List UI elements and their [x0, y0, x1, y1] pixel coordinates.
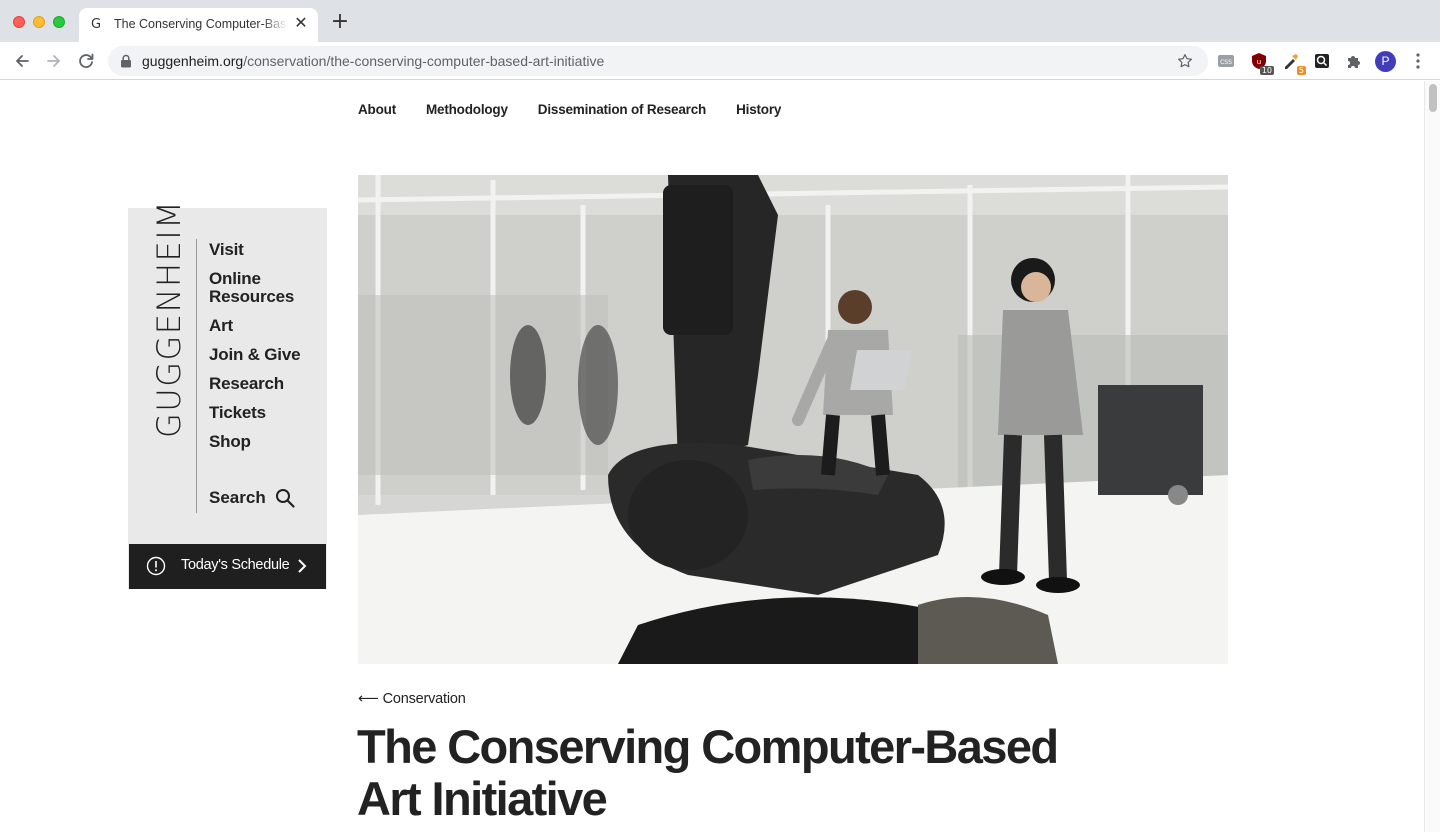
new-tab-plus-icon[interactable]: + — [330, 11, 350, 33]
back-to-conservation-link[interactable]: ⟵ Conservation — [358, 691, 466, 707]
sidebar-item-art[interactable]: Art — [209, 317, 300, 335]
eyedropper-badge: 5 — [1296, 66, 1306, 75]
subnav-about-link[interactable]: About — [358, 102, 396, 117]
reload-icon[interactable] — [75, 50, 97, 72]
eyedropper-icon[interactable]: 5 — [1281, 51, 1306, 75]
browser-tab-active[interactable]: G The Conserving Computer-Based Art Init… — [79, 8, 318, 42]
sidebar-search-button[interactable]: Search — [209, 488, 295, 508]
back-link-label: Conservation — [382, 691, 466, 707]
site-sidebar: GUGGENHEIM Visit Online Resources Art Jo… — [128, 200, 327, 589]
sidebar-search-label: Search — [209, 488, 266, 507]
sidebar-divider — [196, 239, 197, 513]
browser-tabstrip: G The Conserving Computer-Based Art Init… — [0, 0, 1440, 42]
guggenheim-favicon-icon: G — [91, 17, 102, 32]
sidebar-menu: Visit Online Resources Art Join & Give R… — [209, 241, 301, 462]
sidebar-item-shop[interactable]: Shop — [209, 433, 300, 451]
sidebar-item-join-give[interactable]: Join & Give — [209, 346, 301, 364]
url-path: /conservation/the-conserving-computer-ba… — [243, 53, 605, 69]
hero-image — [358, 175, 1228, 664]
svg-text:CSS: CSS — [1220, 59, 1232, 66]
subnav-history-link[interactable]: History — [736, 102, 781, 117]
profile-avatar[interactable]: P — [1375, 51, 1396, 72]
svg-text:u: u — [1257, 58, 1261, 66]
sidebar-item-visit[interactable]: Visit — [209, 241, 300, 259]
tab-title: The Conserving Computer-Based Art Initia… — [114, 17, 288, 31]
ublock-icon[interactable]: u 10 — [1249, 51, 1274, 75]
subnav-methodology-link[interactable]: Methodology — [426, 102, 508, 117]
robot-arm-photo — [358, 175, 1228, 664]
address-bar[interactable]: guggenheim.org/conservation/the-conservi… — [108, 46, 1208, 76]
left-arrow-icon: ⟵ — [358, 691, 379, 707]
guggenheim-logo[interactable]: GUGGENHEIM — [150, 200, 188, 438]
forward-arrow-icon[interactable] — [43, 50, 65, 72]
lock-icon[interactable] — [120, 54, 132, 68]
puzzle-icon[interactable] — [1344, 51, 1364, 71]
page-scrollbar[interactable] — [1424, 81, 1440, 832]
page-title: The Conserving Computer-Based Art Initia… — [357, 720, 1059, 825]
url-host: guggenheim.org — [142, 53, 244, 69]
css-viewer-icon[interactable]: CSS — [1216, 51, 1236, 71]
todays-schedule-label: Today's Schedule — [181, 557, 290, 573]
info-circle-icon — [146, 556, 166, 576]
chevron-right-icon — [298, 559, 307, 573]
search-icon — [275, 489, 295, 508]
bookmark-star-icon[interactable] — [1176, 52, 1194, 70]
section-subnav: About Methodology Dissemination of Resea… — [358, 102, 781, 117]
url-text[interactable]: guggenheim.org/conservation/the-conservi… — [142, 53, 604, 69]
page-viewport: About Methodology Dissemination of Resea… — [0, 81, 1424, 832]
back-arrow-icon[interactable] — [11, 50, 33, 72]
sidebar-item-tickets[interactable]: Tickets — [209, 404, 300, 422]
sidebar-item-research[interactable]: Research — [209, 375, 300, 393]
sidebar-item-online-resources[interactable]: Online Resources — [209, 270, 299, 306]
window-zoom-button[interactable] — [53, 16, 65, 28]
ublock-badge: 10 — [1259, 66, 1274, 75]
browser-menu-icon[interactable] — [1410, 51, 1426, 71]
window-close-button[interactable] — [13, 16, 25, 28]
todays-schedule-button[interactable]: Today's Schedule — [129, 544, 326, 589]
window-minimize-button[interactable] — [33, 16, 45, 28]
tab-close-icon[interactable]: ✕ — [292, 14, 310, 32]
browser-toolbar: guggenheim.org/conservation/the-conservi… — [0, 42, 1440, 80]
zoom-icon[interactable] — [1312, 51, 1332, 71]
subnav-dissemination-link[interactable]: Dissemination of Research — [538, 102, 707, 117]
scrollbar-thumb[interactable] — [1429, 84, 1437, 112]
